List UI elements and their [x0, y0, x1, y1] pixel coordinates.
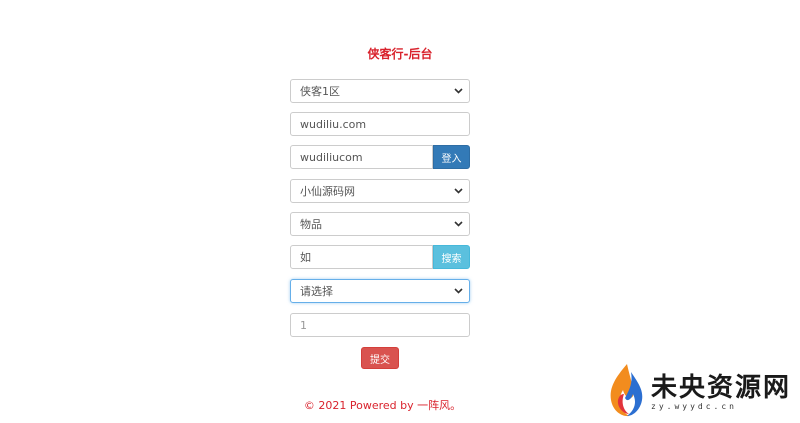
watermark: 未央资源网 zy.wyydc.cn	[605, 363, 795, 421]
chevron-down-icon	[453, 286, 463, 296]
account-input-value: wudiliucom	[300, 150, 363, 164]
server-select[interactable]: 侠客1区	[290, 79, 470, 103]
site-input[interactable]: wudiliu.com	[290, 112, 470, 136]
item-select[interactable]: 请选择	[290, 279, 470, 303]
search-input[interactable]: 如	[290, 245, 433, 269]
account-input-group: wudiliucom 登入	[290, 145, 470, 169]
watermark-subtitle: zy.wyydc.cn	[651, 401, 737, 411]
role-select-value: 小仙源码网	[300, 185, 355, 198]
item-select-value: 请选择	[300, 285, 333, 298]
chevron-down-icon	[453, 219, 463, 229]
watermark-title: 未央资源网	[651, 372, 792, 403]
chevron-down-icon	[453, 86, 463, 96]
flame-logo-icon	[605, 362, 647, 422]
site-input-value: wudiliu.com	[300, 117, 367, 131]
search-input-group: 如 搜索	[290, 245, 470, 269]
role-select[interactable]: 小仙源码网	[290, 179, 470, 203]
search-button[interactable]: 搜索	[433, 245, 470, 269]
login-button[interactable]: 登入	[433, 145, 470, 169]
category-select[interactable]: 物品	[290, 212, 470, 236]
chevron-down-icon	[453, 186, 463, 196]
quantity-input[interactable]: 1	[290, 313, 470, 337]
page-title: 侠客行-后台	[367, 47, 433, 61]
quantity-input-placeholder: 1	[300, 318, 307, 332]
server-select-value: 侠客1区	[300, 85, 340, 98]
submit-button[interactable]: 提交	[361, 347, 399, 369]
account-input[interactable]: wudiliucom	[290, 145, 433, 169]
category-select-value: 物品	[300, 218, 322, 231]
search-input-value: 如	[300, 251, 311, 264]
